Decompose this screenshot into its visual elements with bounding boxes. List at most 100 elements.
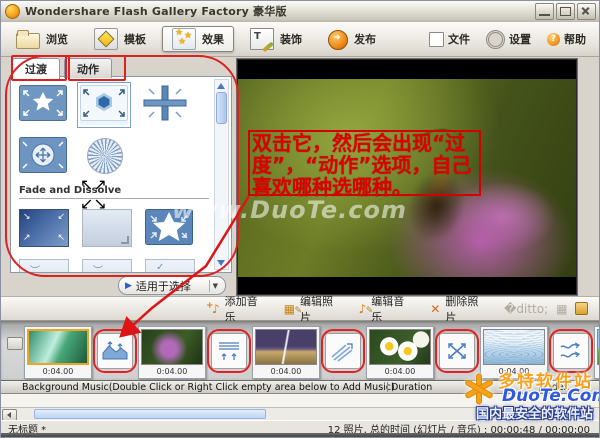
mound-up-transition-icon [102, 339, 128, 363]
tab-browse[interactable]: 浏览 [6, 26, 78, 52]
annotation-note-line: 度”，“动作”选项，自己 [252, 154, 477, 176]
music-note-plus-icon: ♪+ [212, 303, 220, 315]
tab-transition[interactable]: 过渡 [12, 58, 60, 80]
hexagon-zoom-transition-icon[interactable] [80, 85, 128, 121]
timeline-photo-daisies[interactable]: 0:04.00 [366, 326, 434, 379]
tab-action[interactable]: 动作 [64, 58, 112, 78]
photo-thumbnail [27, 329, 89, 365]
timeline-photo-purple-flower[interactable]: 0:04.00 [138, 326, 206, 379]
cross-split-transition-icon[interactable] [141, 85, 189, 121]
timeline-transition-1[interactable] [97, 333, 133, 369]
rotate-left-icon[interactable]: �ditto; [504, 302, 548, 316]
add-music-button[interactable]: ♪+ 添加音乐 [212, 293, 262, 325]
folder-icon [16, 33, 40, 49]
tab-browse-label: 浏览 [46, 31, 68, 47]
letter-t-glyph: T [254, 31, 261, 42]
window-bottom-edge [0, 433, 600, 438]
star-out-transition-icon[interactable] [19, 85, 67, 121]
horizontal-scrollbar-thumb[interactable] [34, 409, 266, 419]
pencil-icon [262, 42, 274, 53]
rotate-right-icon[interactable]: ▦ [556, 302, 567, 316]
minimize-button[interactable] [535, 3, 554, 20]
radial-wheel-transition-icon[interactable]: ↖↗ ↙↘ [80, 137, 128, 173]
tab-decorate[interactable]: T 装饰 [240, 26, 312, 52]
status-bar: 无标题 * 12 照片, 总的时间 (幻灯片 / 音乐) : 00:00:48 … [0, 420, 600, 434]
photo-duration: 0:04.00 [141, 365, 203, 378]
template-icon [94, 28, 118, 50]
effects-panel-scrollbar[interactable] [214, 79, 229, 270]
scroll-down-icon[interactable] [217, 260, 225, 266]
tab-publish[interactable]: 发布 [318, 26, 386, 52]
settings-button-label: 设置 [509, 31, 531, 47]
tab-effects-label: 效果 [202, 31, 224, 47]
help-question-icon: ? [547, 33, 560, 46]
lock-icon[interactable] [575, 302, 588, 315]
photo-thumbnail [369, 329, 431, 365]
slideshow-timeline: 0:04.00 0:04.00 0:04.00 [0, 321, 600, 380]
tab-effects[interactable]: ★★★ 效果 [162, 26, 234, 52]
background-music-header: Background Music(Double Click or Right C… [0, 380, 600, 394]
col-index: Index [543, 382, 569, 393]
clipped-transition-icon[interactable]: ︶ [19, 259, 69, 273]
annotation-note-line: 双击它，然后会出现“过 [252, 132, 477, 154]
scroll-up-icon[interactable] [217, 83, 225, 89]
delete-x-icon: ✕ [430, 303, 440, 315]
edit-photo-button[interactable]: ▦✎ 编辑照片 [284, 293, 337, 325]
window-title: Wondershare Flash Gallery Factory 豪华版 [25, 3, 287, 19]
tab-publish-label: 发布 [354, 31, 376, 47]
circle-cross-transition-icon[interactable] [19, 137, 67, 173]
timeline-photo-water-ripple[interactable]: 0:04.00 [480, 326, 548, 379]
app-logo-icon [5, 4, 20, 19]
photo-pencil-icon: ▦✎ [284, 303, 295, 315]
photo-duration: 0:04.00 [369, 365, 431, 378]
timeline-photo-tree-meadow[interactable]: 0:04.00 [594, 326, 600, 379]
timeline-transition-4[interactable] [439, 333, 475, 369]
settings-button[interactable]: 设置 [482, 28, 535, 51]
clipped-transition-icon[interactable]: ︶ [82, 259, 132, 273]
timeline-transition-2[interactable] [211, 333, 247, 369]
timeline-photo-waterfall[interactable]: 0:04.00 [24, 326, 92, 379]
help-button[interactable]: ? 帮助 [543, 28, 590, 51]
background-music-list[interactable] [0, 394, 600, 407]
apply-to-selection-button[interactable]: ▶ 适用于选择 ▼ [118, 276, 226, 295]
delete-photo-button[interactable]: ✕ 删除照片 [430, 293, 482, 325]
timeline-photo-lightning-field[interactable]: 0:04.00 [252, 326, 320, 379]
edit-music-button[interactable]: ♪✎ 编辑音乐 [359, 293, 409, 325]
close-button[interactable] [577, 3, 596, 20]
file-button-label: 文件 [448, 31, 470, 47]
fade-in-transition-icon[interactable]: ↘↙ ↗↖ [19, 209, 69, 247]
clipped-transition-icon[interactable]: ✓ [145, 259, 195, 273]
maximize-icon [560, 7, 571, 16]
publish-globe-icon [328, 30, 348, 50]
music-note-pencil-icon: ♪✎ [359, 303, 367, 315]
timeline-horizontal-scrollbar[interactable] [0, 407, 600, 420]
timeline-transition-3[interactable] [325, 333, 361, 369]
timeline-transition-5[interactable] [553, 333, 589, 369]
column-divider [387, 382, 388, 392]
transition-effects-panel: ↖↗ ↙↘ Fade and Dissolve ↘↙ ↗↖ ︶ ︶ ✓ [10, 76, 232, 273]
maximize-button[interactable] [556, 3, 575, 20]
preview-pane: 双击它，然后会出现“过 度”，“动作”选项，自己 喜欢哪种选哪种。 [236, 58, 578, 296]
delete-photo-label: 删除照片 [445, 293, 482, 325]
annotation-note-line: 喜欢哪种选哪种。 [252, 176, 477, 198]
tab-decorate-label: 装饰 [280, 31, 302, 47]
scrollbar-thumb[interactable] [216, 92, 227, 124]
radial-wheel-shape [87, 138, 123, 174]
photo-thumbnail [141, 329, 203, 365]
selected-effect-highlight [80, 85, 128, 125]
page-pencil-icon: T [250, 28, 274, 50]
play-triangle-icon: ▶ [125, 281, 132, 291]
dissolve-transition-icon[interactable] [82, 209, 132, 247]
main-toolbar: 浏览 模板 ★★★ 效果 T 装饰 发布 文件 设置 ? 帮助 [0, 22, 600, 57]
wavy-arrows-transition-icon [558, 339, 584, 363]
annotation-note-box: 双击它，然后会出现“过 度”，“动作”选项，自己 喜欢哪种选哪种。 [248, 130, 481, 196]
add-music-label: 添加音乐 [225, 293, 262, 325]
timeline-scroll-left-button[interactable] [7, 337, 23, 350]
edit-music-label: 编辑音乐 [371, 293, 408, 325]
tab-template[interactable]: 模板 [84, 26, 156, 52]
chevron-down-icon[interactable]: ▼ [210, 282, 221, 290]
file-button[interactable]: 文件 [425, 28, 474, 51]
photo-duration: 0:04.00 [27, 365, 89, 378]
col-background-music: Background Music(Double Click or Right C… [22, 382, 395, 393]
effects-panel-tabs: 过渡 动作 [12, 58, 116, 77]
